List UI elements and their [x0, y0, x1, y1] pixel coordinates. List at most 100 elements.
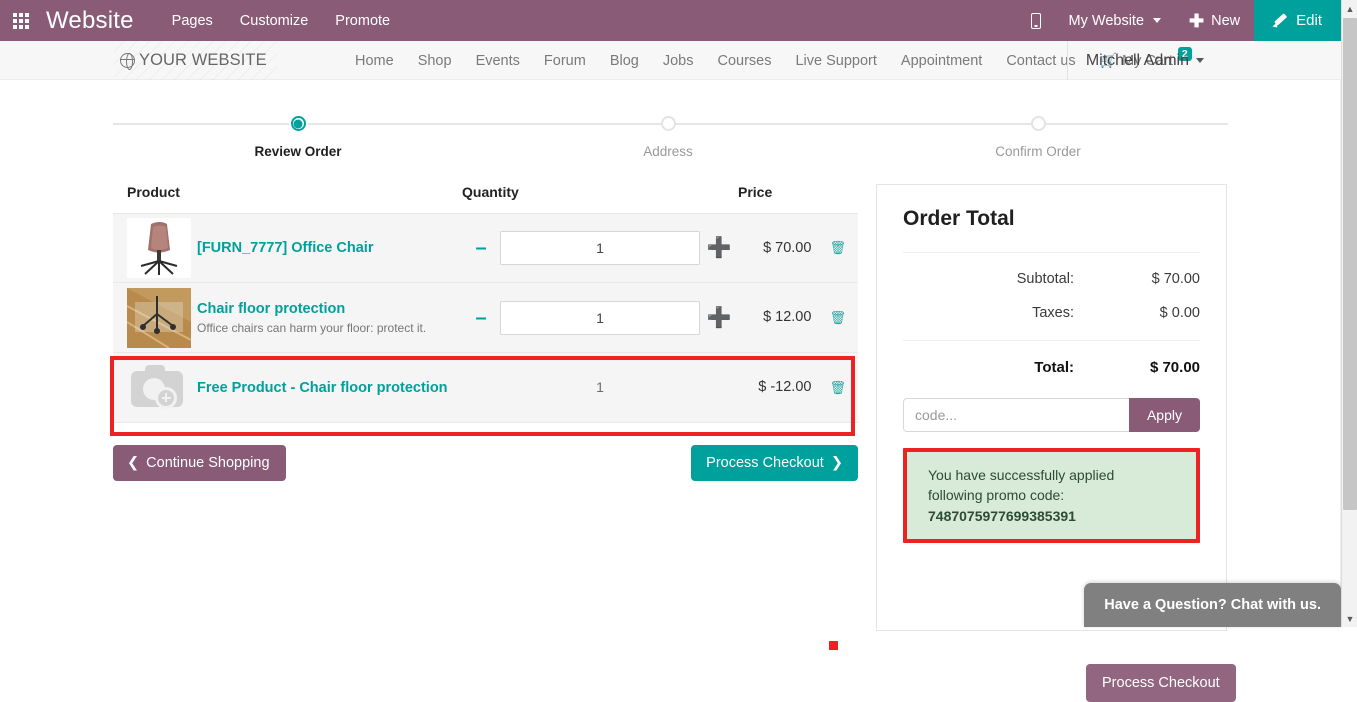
scrollbar-thumb[interactable] [1343, 18, 1357, 510]
column-header-quantity: Quantity [462, 184, 738, 214]
table-row: Chair floor protection Office chairs can… [113, 283, 858, 353]
alert-line-2: following promo code: [928, 485, 1180, 505]
checkout-stepper: Review Order Address Confirm Order [0, 112, 1341, 184]
total-value: $ 70.00 [1092, 359, 1200, 376]
chevron-up-icon[interactable]: ▲ [1342, 0, 1357, 17]
alert-line-1: You have successfully applied [928, 465, 1180, 485]
quantity-stepper: – ➕ [462, 301, 738, 335]
quantity-stepper: – ➕ [462, 231, 738, 265]
globe-icon [120, 53, 135, 68]
product-info-cell: [FURN_7777] Office Chair [197, 214, 462, 283]
menu-item-customize[interactable]: Customize [240, 13, 309, 29]
price-value: $ -12.00 [758, 379, 811, 395]
table-row: [FURN_7777] Office Chair – ➕ $ 70.00 🗑 [113, 214, 858, 283]
product-info-cell: Chair floor protection Office chairs can… [197, 283, 462, 353]
plus-icon: ✚ [1189, 12, 1204, 30]
chevron-down-icon [1196, 58, 1204, 63]
continue-shopping-button[interactable]: ❮ Continue Shopping [113, 445, 286, 481]
process-checkout-button-bottom[interactable]: Process Checkout [1086, 664, 1236, 702]
backend-menu: Pages Customize Promote [172, 13, 390, 29]
step-label: Address [568, 144, 768, 159]
price-cell: $ -12.00 🗑 [738, 353, 858, 423]
website-selector-label: My Website [1069, 13, 1144, 29]
nav-item-shop[interactable]: Shop [418, 53, 452, 69]
process-checkout-label: Process Checkout [706, 455, 824, 471]
plus-icon[interactable]: ➕ [700, 308, 738, 328]
step-dot-active [291, 116, 306, 131]
product-name-link[interactable]: [FURN_7777] Office Chair [197, 240, 462, 256]
nav-item-courses[interactable]: Courses [717, 53, 771, 69]
nav-item-contact-us[interactable]: Contact us [1006, 53, 1075, 69]
total-label: Total: [927, 359, 1092, 376]
step-review-order[interactable]: Review Order [198, 112, 398, 159]
nav-item-forum[interactable]: Forum [544, 53, 586, 69]
step-label: Confirm Order [938, 144, 1138, 159]
quantity-input[interactable] [500, 301, 700, 335]
nav-item-appointment[interactable]: Appointment [901, 53, 982, 69]
nav-item-home[interactable]: Home [355, 53, 394, 69]
trash-icon[interactable]: 🗑 [829, 310, 846, 326]
edit-button[interactable]: Edit [1254, 0, 1341, 41]
chevron-left-icon: ❮ [127, 455, 139, 471]
trash-icon[interactable]: 🗑 [829, 240, 846, 256]
image-placeholder-icon [127, 363, 193, 413]
product-info-cell: Free Product - Chair floor protection [197, 353, 462, 423]
nav-item-live-support[interactable]: Live Support [795, 53, 876, 69]
promo-code-input[interactable] [903, 398, 1129, 432]
cart-actions: ❮ Continue Shopping Process Checkout ❯ [113, 445, 858, 481]
nav-item-blog[interactable]: Blog [610, 53, 639, 69]
minus-icon[interactable]: – [462, 238, 500, 258]
product-description: Office chairs can harm your floor: prote… [197, 321, 462, 335]
nav-item-jobs[interactable]: Jobs [663, 53, 694, 69]
promo-code-form: Apply [903, 398, 1200, 432]
new-button-label: New [1211, 13, 1240, 29]
quantity-cell: – ➕ [462, 283, 738, 353]
apply-promo-button[interactable]: Apply [1129, 398, 1200, 432]
user-menu[interactable]: Mitchell Admin [1067, 41, 1204, 80]
step-confirm-order[interactable]: Confirm Order [938, 112, 1138, 159]
chair-floor-protection-photo [127, 288, 191, 348]
nav-item-events[interactable]: Events [476, 53, 520, 69]
apps-grid-icon[interactable] [0, 0, 42, 41]
backend-bar-right: My Website ✚ New Edit [1017, 0, 1341, 41]
new-button[interactable]: ✚ New [1175, 0, 1254, 41]
price-cell: $ 70.00 🗑 [738, 214, 858, 283]
website-selector[interactable]: My Website [1055, 0, 1175, 41]
step-address[interactable]: Address [568, 112, 768, 159]
trash-icon[interactable]: 🗑 [829, 380, 846, 396]
column-header-product: Product [113, 184, 462, 214]
product-thumbnail-cell [113, 353, 197, 423]
step-dot [1031, 116, 1046, 131]
website-header: YOUR WEBSITE Home Shop Events Forum Blog… [0, 41, 1341, 80]
quantity-input[interactable] [500, 231, 700, 265]
page-scrollbar[interactable]: ▲ ▼ [1341, 0, 1357, 627]
menu-item-promote[interactable]: Promote [335, 13, 390, 29]
promo-success-highlight: You have successfully applied following … [903, 448, 1200, 543]
order-line-subtotal: Subtotal: $ 70.00 [903, 253, 1200, 287]
column-header-price: Price [738, 184, 858, 214]
quantity-cell: – ➕ [462, 214, 738, 283]
product-name-link[interactable]: Chair floor protection [197, 301, 462, 317]
minus-icon[interactable]: – [462, 308, 500, 328]
price-value: $ 70.00 [763, 240, 811, 256]
chevron-down-icon[interactable]: ▼ [1342, 610, 1357, 627]
odoo-top-bar: Website Pages Customize Promote My Websi… [0, 0, 1341, 41]
quantity-cell: 1 [462, 353, 738, 423]
chevron-down-icon [1153, 18, 1161, 23]
continue-shopping-label: Continue Shopping [146, 455, 269, 471]
user-name-label: Mitchell Admin [1086, 52, 1189, 70]
product-name-link[interactable]: Free Product - Chair floor protection [197, 380, 462, 396]
red-square-marker [829, 641, 838, 650]
product-thumbnail-cell [113, 214, 197, 283]
chevron-right-icon: ❯ [831, 455, 843, 471]
plus-icon[interactable]: ➕ [700, 238, 738, 258]
process-checkout-button[interactable]: Process Checkout ❯ [691, 445, 858, 481]
product-thumbnail-cell [113, 283, 197, 353]
subtotal-label: Subtotal: [927, 271, 1092, 287]
checkout-page: Review Order Address Confirm Order Produ… [0, 80, 1341, 631]
order-total-card: Order Total Subtotal: $ 70.00 Taxes: $ 0… [876, 184, 1227, 631]
menu-item-pages[interactable]: Pages [172, 13, 213, 29]
site-logo[interactable]: YOUR WEBSITE [114, 41, 277, 80]
mobile-preview-button[interactable] [1017, 0, 1055, 41]
live-chat-widget[interactable]: Have a Question? Chat with us. [1084, 583, 1341, 627]
